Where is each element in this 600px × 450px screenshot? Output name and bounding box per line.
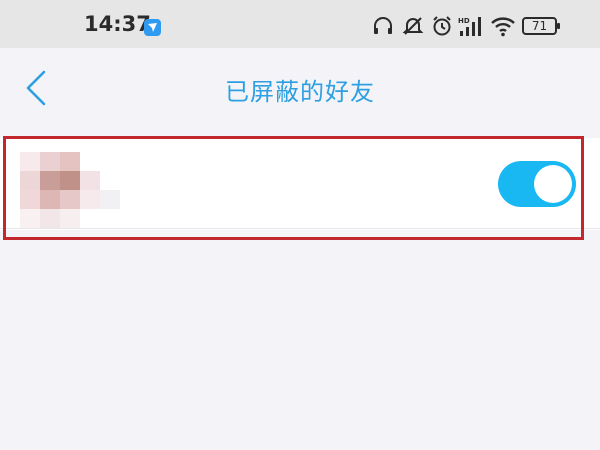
hd-signal-icon: HD xyxy=(458,17,481,36)
battery-icon: 71 xyxy=(522,15,562,37)
headphones-icon xyxy=(374,17,392,34)
friend-list xyxy=(0,138,600,230)
toggle-knob xyxy=(534,165,572,203)
shield-toggle[interactable] xyxy=(498,161,576,207)
mute-icon xyxy=(402,17,424,35)
nav-bar: 已屏蔽的好友 xyxy=(0,48,600,128)
svg-text:HD: HD xyxy=(458,17,470,25)
blurred-avatar xyxy=(20,152,120,228)
friend-row[interactable] xyxy=(0,138,600,228)
wifi-icon xyxy=(491,17,515,37)
alarm-icon xyxy=(433,16,451,36)
status-time: 14:37 xyxy=(84,12,151,36)
battery-level: 71 xyxy=(531,19,548,33)
page-title: 已屏蔽的好友 xyxy=(225,78,375,106)
friend-name-blurred xyxy=(122,178,192,218)
status-bar: 14:37 HD 71 xyxy=(0,0,600,48)
app-notification-icon xyxy=(144,19,161,36)
list-divider xyxy=(0,228,600,229)
